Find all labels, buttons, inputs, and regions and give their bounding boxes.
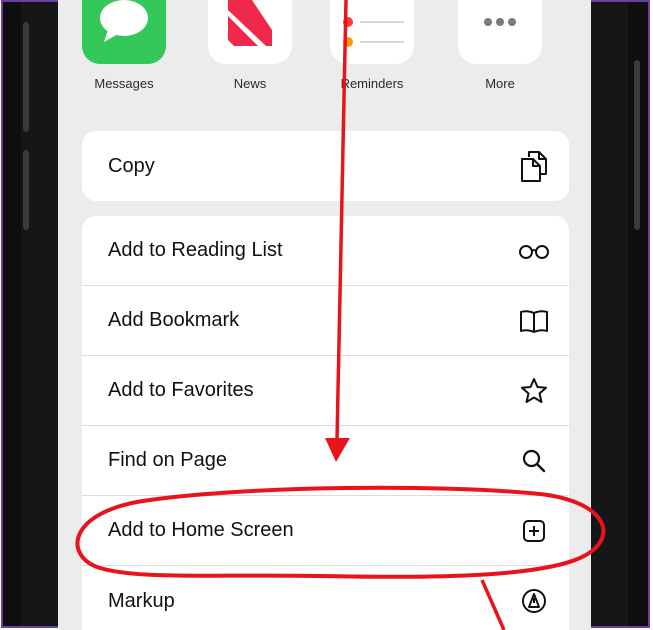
- more-icon: [458, 0, 542, 64]
- copy-action[interactable]: Copy: [82, 131, 569, 201]
- side-button-left-bottom: [23, 150, 29, 230]
- add-to-favorites-action[interactable]: Add to Favorites: [82, 356, 569, 426]
- find-on-page-label: Find on Page: [108, 449, 227, 471]
- add-bookmark-action[interactable]: Add Bookmark: [82, 286, 569, 356]
- app-label: News: [233, 76, 267, 91]
- copy-group: Copy: [82, 131, 569, 201]
- app-news[interactable]: News: [208, 0, 292, 91]
- markup-icon: [517, 584, 551, 618]
- copy-icon: [517, 149, 551, 183]
- app-reminders[interactable]: Reminders: [330, 0, 414, 91]
- search-icon: [517, 444, 551, 478]
- markup-label: Markup: [108, 589, 175, 612]
- add-bookmark-label: Add Bookmark: [108, 309, 240, 331]
- app-label: Reminders: [340, 76, 404, 91]
- side-button-right: [634, 60, 640, 230]
- reminders-icon: [330, 0, 414, 64]
- add-to-home-screen-label: Add to Home Screen: [108, 519, 294, 541]
- app-label: More: [485, 76, 515, 91]
- star-icon: [517, 374, 551, 408]
- app-label: Messages: [94, 76, 154, 91]
- add-to-favorites-label: Add to Favorites: [108, 379, 254, 401]
- phone-bezel-left: [3, 2, 21, 626]
- add-to-reading-list-label: Add to Reading List: [108, 239, 283, 261]
- app-more[interactable]: More: [458, 0, 542, 91]
- add-to-reading-list-action[interactable]: Add to Reading List: [82, 216, 569, 286]
- actions-group: Add to Reading List Add Bookmark Add to …: [82, 216, 569, 630]
- add-to-home-screen-action[interactable]: Add to Home Screen: [82, 496, 569, 566]
- messages-icon: [82, 0, 166, 64]
- copy-label: Copy: [108, 154, 155, 177]
- glasses-icon: [517, 234, 551, 268]
- plus-square-icon: [517, 514, 551, 548]
- share-apps-row: Messages News Reminders More: [58, 0, 591, 110]
- side-button-left-top: [23, 22, 29, 132]
- share-sheet: Messages News Reminders More Copy Add to…: [58, 0, 591, 630]
- news-icon: [208, 0, 292, 64]
- book-icon: [517, 304, 551, 338]
- markup-action[interactable]: Markup: [82, 566, 569, 630]
- find-on-page-action[interactable]: Find on Page: [82, 426, 569, 496]
- app-messages[interactable]: Messages: [82, 0, 166, 91]
